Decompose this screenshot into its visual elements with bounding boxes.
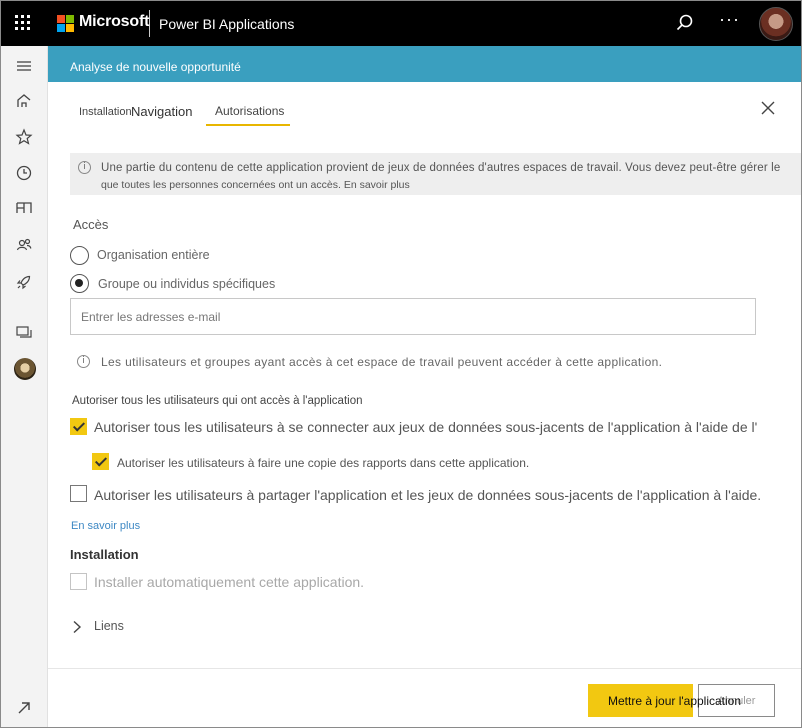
access-section-title: Accès xyxy=(73,217,109,232)
info-icon: i xyxy=(78,161,91,174)
permissions-title: Autoriser tous les utilisateurs qui ont … xyxy=(72,395,363,407)
chevron-right-icon[interactable] xyxy=(72,620,82,634)
checkbox-auto-install xyxy=(70,573,87,590)
tab-navigation[interactable]: Navigation xyxy=(131,104,192,119)
header-divider xyxy=(149,10,150,37)
active-tab-indicator xyxy=(206,124,290,126)
info-banner-line2: que toutes les personnes concernées ont … xyxy=(101,179,410,191)
checkbox-copy-reports[interactable] xyxy=(92,453,109,470)
more-options-icon[interactable]: ··· xyxy=(719,9,740,30)
user-avatar[interactable] xyxy=(759,7,793,41)
shared-with-me-icon[interactable] xyxy=(14,235,34,255)
installation-section-title: Installation xyxy=(70,547,139,562)
info-banner-line1: Une partie du contenu de cette applicati… xyxy=(101,162,781,174)
brand-name: Microsoft xyxy=(79,13,150,30)
search-icon[interactable] xyxy=(675,13,695,33)
links-label[interactable]: Liens xyxy=(94,619,124,633)
radio-specific-groups[interactable] xyxy=(70,274,89,293)
tab-autorisations[interactable]: Autorisations xyxy=(215,104,284,122)
app-launcher-icon[interactable] xyxy=(15,15,31,31)
radio-specific-groups-label[interactable]: Groupe ou individus spécifiques xyxy=(98,277,275,291)
app-settings-panel: Installation Navigation Autorisations i … xyxy=(48,82,801,727)
home-icon[interactable] xyxy=(14,91,34,111)
checkbox-connect-datasets[interactable] xyxy=(70,418,87,435)
info-banner: i Une partie du contenu de cette applica… xyxy=(70,153,801,195)
radio-entire-organization[interactable] xyxy=(70,246,89,265)
expand-arrow-icon[interactable] xyxy=(16,700,32,716)
app-title[interactable]: Power BI Applications xyxy=(159,16,294,32)
left-nav-rail xyxy=(1,46,48,727)
deployment-rocket-icon[interactable] xyxy=(14,272,34,292)
workspace-header-band: Analyse de nouvelle opportunité xyxy=(48,46,801,82)
app-window: Microsoft Power BI Applications ··· Anal… xyxy=(0,0,802,728)
hamburger-menu-icon[interactable] xyxy=(14,56,34,76)
footer-divider xyxy=(48,668,801,669)
note-info-icon: i xyxy=(77,355,90,368)
favorites-star-icon[interactable] xyxy=(14,127,34,147)
checkbox-auto-install-label: Installer automatiquement cette applicat… xyxy=(94,574,365,590)
checkbox-copy-reports-label[interactable]: Autoriser les utilisateurs à faire une c… xyxy=(117,456,529,470)
workspace-title: Analyse de nouvelle opportunité xyxy=(70,60,241,74)
top-bar: Microsoft Power BI Applications ··· xyxy=(1,1,801,46)
email-field[interactable] xyxy=(70,298,756,335)
tab-installation[interactable]: Installation xyxy=(79,106,132,118)
checkbox-share-app[interactable] xyxy=(70,485,87,502)
recent-clock-icon[interactable] xyxy=(14,163,34,183)
update-app-button[interactable]: Mettre à jour l'application xyxy=(588,684,741,717)
radio-entire-organization-label[interactable]: Organisation entière xyxy=(97,248,210,262)
apps-icon[interactable] xyxy=(14,198,34,218)
access-note: Les utilisateurs et groupes ayant accès … xyxy=(101,355,663,369)
workspace-avatar[interactable] xyxy=(14,358,36,380)
checkbox-share-app-label[interactable]: Autoriser les utilisateurs à partager l'… xyxy=(94,487,761,503)
learn-more-link[interactable]: En savoir plus xyxy=(71,520,140,532)
checkbox-connect-datasets-label[interactable]: Autoriser tous les utilisateurs à se con… xyxy=(94,419,757,435)
close-icon[interactable] xyxy=(760,100,776,116)
microsoft-logo-icon xyxy=(57,15,74,32)
workspaces-icon[interactable] xyxy=(14,322,34,342)
